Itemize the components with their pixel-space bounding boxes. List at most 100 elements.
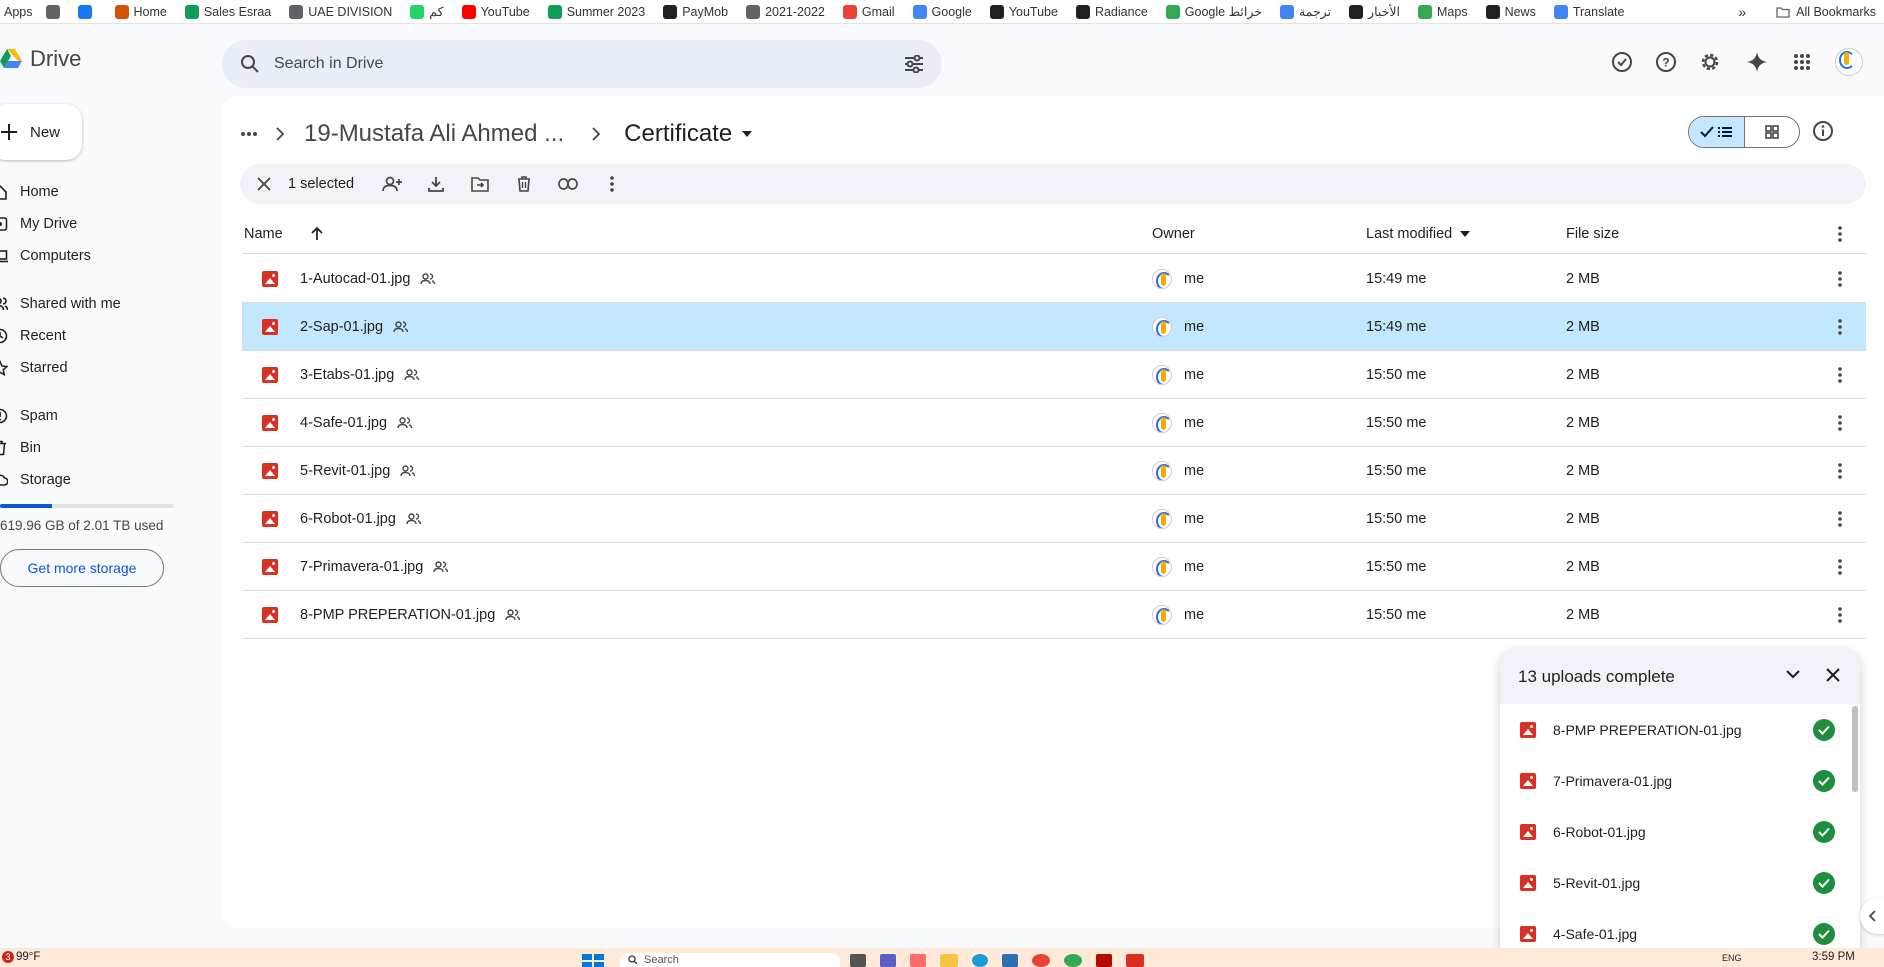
upload-list-scrollbar[interactable] xyxy=(1852,706,1858,792)
column-name[interactable]: Name xyxy=(244,226,323,242)
teams-icon[interactable] xyxy=(880,954,896,967)
share-person-add-icon[interactable] xyxy=(378,170,406,198)
gmail-icon[interactable] xyxy=(1126,954,1144,967)
file-row[interactable]: 6-Robot-01.jpg me 15:50 me 2 MB xyxy=(242,495,1866,543)
start-windows-icon[interactable] xyxy=(582,954,604,967)
row-more-actions-icon[interactable] xyxy=(1838,591,1842,639)
info-icon[interactable] xyxy=(1812,120,1834,142)
settings-gear-icon[interactable] xyxy=(1696,48,1724,76)
file-name-cell[interactable]: 7-Primavera-01.jpg xyxy=(262,543,449,591)
move-to-folder-icon[interactable] xyxy=(466,170,494,198)
row-more-actions-icon[interactable] xyxy=(1838,351,1842,399)
bookmark-item[interactable]: ترجمة xyxy=(1280,4,1331,19)
help-icon[interactable]: ? xyxy=(1652,48,1680,76)
file-row[interactable]: 8-PMP PREPERATION-01.jpg me 15:50 me 2 MB xyxy=(242,591,1866,639)
file-row[interactable]: 2-Sap-01.jpg me 15:49 me 2 MB xyxy=(242,303,1866,351)
bookmark-item[interactable] xyxy=(77,4,97,19)
grid-view-button[interactable] xyxy=(1745,117,1800,147)
file-name-cell[interactable]: 1-Autocad-01.jpg xyxy=(262,255,436,303)
acrobat-icon[interactable] xyxy=(1096,954,1112,967)
clock-time[interactable]: 3:59 PM xyxy=(1812,951,1855,963)
task-view-icon[interactable] xyxy=(850,954,866,967)
sidebar-item-my-drive[interactable]: My Drive xyxy=(0,210,77,238)
row-more-actions-icon[interactable] xyxy=(1838,543,1842,591)
file-row[interactable]: 3-Etabs-01.jpg me 15:50 me 2 MB xyxy=(242,351,1866,399)
row-more-actions-icon[interactable] xyxy=(1838,495,1842,543)
bookmark-item[interactable]: Apps xyxy=(4,4,60,19)
weather-text[interactable]: 99°F xyxy=(16,951,40,963)
bookmark-item[interactable]: Summer 2023 xyxy=(547,4,645,19)
column-options-icon[interactable] xyxy=(1838,225,1842,242)
search-bar[interactable] xyxy=(222,40,942,88)
file-name-cell[interactable]: 2-Sap-01.jpg xyxy=(262,303,409,351)
bookmark-item[interactable]: News xyxy=(1485,4,1536,19)
bookmark-item[interactable]: YouTube xyxy=(461,4,530,19)
sidebar-item-shared-with-me[interactable]: Shared with me xyxy=(0,290,121,318)
all-bookmarks-link[interactable]: All Bookmarks xyxy=(1796,5,1876,19)
file-row[interactable]: 1-Autocad-01.jpg me 15:49 me 2 MB xyxy=(242,255,1866,303)
upload-item[interactable]: 5-Revit-01.jpg xyxy=(1500,857,1850,908)
search-input[interactable] xyxy=(274,55,904,73)
file-name-cell[interactable]: 5-Revit-01.jpg xyxy=(262,447,416,495)
bookmark-item[interactable]: 2021-2022 xyxy=(746,4,825,19)
breadcrumb-parent-folder[interactable]: 19-Mustafa Ali Ahmed ... xyxy=(304,120,564,148)
breadcrumb-current-folder[interactable]: Certificate xyxy=(624,120,732,148)
upload-item[interactable]: 8-PMP PREPERATION-01.jpg xyxy=(1500,704,1850,755)
row-more-actions-icon[interactable] xyxy=(1838,255,1842,303)
sidebar-item-spam[interactable]: Spam xyxy=(0,402,58,430)
collapse-chevron-down-icon[interactable] xyxy=(1786,670,1800,679)
sidebar-item-starred[interactable]: Starred xyxy=(0,354,68,382)
bookmark-item[interactable]: UAE DIVISION xyxy=(289,4,392,19)
bookmark-item[interactable]: كم xyxy=(410,4,444,19)
caret-down-icon[interactable] xyxy=(742,131,753,137)
upload-item[interactable]: 7-Primavera-01.jpg xyxy=(1500,755,1850,806)
sidebar-item-home[interactable]: Home xyxy=(0,178,59,206)
edge-icon[interactable] xyxy=(972,954,988,967)
download-icon[interactable] xyxy=(422,170,450,198)
file-row[interactable]: 4-Safe-01.jpg me 15:50 me 2 MB xyxy=(242,399,1866,447)
upload-item[interactable]: 6-Robot-01.jpg xyxy=(1500,806,1850,857)
taskbar-search-box[interactable]: Search xyxy=(620,953,840,967)
chrome-icon[interactable] xyxy=(1032,954,1050,967)
file-row[interactable]: 5-Revit-01.jpg me 15:50 me 2 MB xyxy=(242,447,1866,495)
row-more-actions-icon[interactable] xyxy=(1838,303,1842,351)
sidebar-item-bin[interactable]: Bin xyxy=(0,434,41,462)
bookmarks-overflow-button[interactable]: » xyxy=(1738,4,1746,20)
calculator-icon[interactable] xyxy=(1002,954,1018,967)
close-panel-icon[interactable] xyxy=(1826,668,1840,682)
file-name-cell[interactable]: 6-Robot-01.jpg xyxy=(262,495,422,543)
row-more-actions-icon[interactable] xyxy=(1838,399,1842,447)
side-panel-toggle[interactable] xyxy=(1860,898,1884,934)
copy-link-icon[interactable] xyxy=(554,170,582,198)
column-last-modified[interactable]: Last modified xyxy=(1366,226,1471,242)
get-more-storage-button[interactable]: Get more storage xyxy=(0,549,164,587)
row-more-actions-icon[interactable] xyxy=(1838,447,1842,495)
file-name-cell[interactable]: 3-Etabs-01.jpg xyxy=(262,351,420,399)
upload-item[interactable]: 4-Safe-01.jpg xyxy=(1500,908,1850,950)
chrome-profile-icon[interactable] xyxy=(1064,954,1082,967)
arrow-up-sort-icon[interactable] xyxy=(311,226,323,241)
file-name-cell[interactable]: 8-PMP PREPERATION-01.jpg xyxy=(262,591,521,639)
bookmark-item[interactable]: Translate xyxy=(1553,4,1625,19)
breadcrumb-more-icon[interactable] xyxy=(240,131,258,137)
column-owner[interactable]: Owner xyxy=(1152,226,1195,242)
drive-logo[interactable]: Drive xyxy=(0,46,81,72)
language-indicator[interactable]: ENG xyxy=(1722,953,1742,963)
bookmark-item[interactable]: Google xyxy=(912,4,972,19)
clear-selection-close-icon[interactable] xyxy=(250,170,278,198)
bookmark-item[interactable]: Google خرائط xyxy=(1165,4,1262,19)
sidebar-item-computers[interactable]: Computers xyxy=(0,242,91,270)
new-button[interactable]: New xyxy=(0,104,82,160)
list-view-button[interactable] xyxy=(1689,117,1745,147)
bookmark-item[interactable]: YouTube xyxy=(989,4,1058,19)
bookmark-item[interactable]: Sales Esraa xyxy=(184,4,271,19)
gemini-sparkle-icon[interactable] xyxy=(1743,48,1771,76)
sidebar-item-storage[interactable]: Storage xyxy=(0,466,71,494)
file-name-cell[interactable]: 4-Safe-01.jpg xyxy=(262,399,413,447)
more-actions-icon[interactable] xyxy=(598,170,626,198)
trash-icon[interactable] xyxy=(510,170,538,198)
apps-grid-icon[interactable] xyxy=(1788,48,1816,76)
bookmark-item[interactable]: الأخبار xyxy=(1349,4,1400,19)
search-icon[interactable] xyxy=(240,54,260,74)
column-file-size[interactable]: File size xyxy=(1566,226,1619,242)
